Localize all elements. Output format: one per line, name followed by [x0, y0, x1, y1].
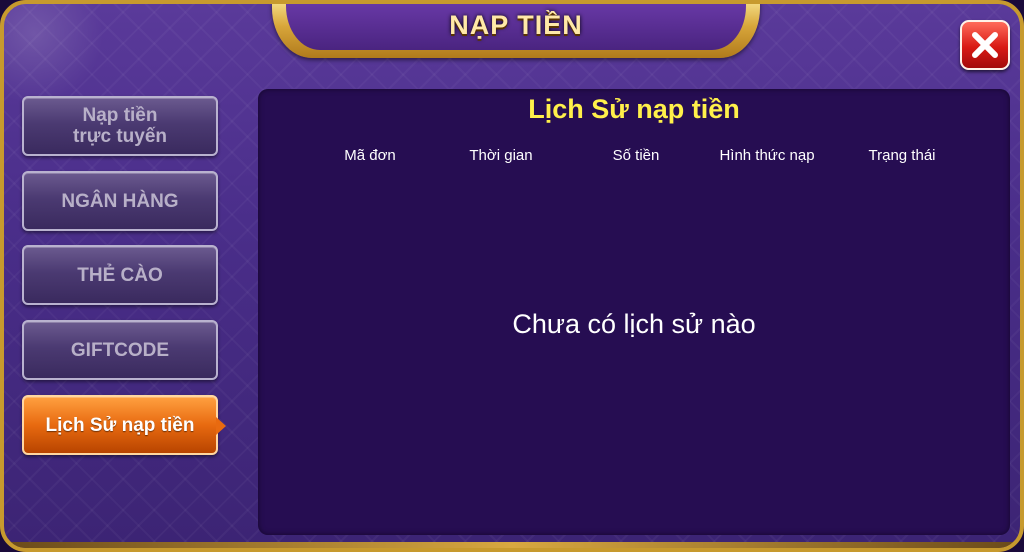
active-pointer-icon: [216, 417, 226, 435]
sidebar-item-bank[interactable]: NGÂN HÀNG: [22, 171, 218, 231]
panel-title: Lịch Sử nạp tiền: [528, 94, 740, 124]
sidebar-item-scratch-card[interactable]: THẺ CÀO: [22, 245, 218, 305]
column-header-time: Thời gian: [469, 147, 533, 164]
close-icon: [972, 32, 998, 58]
sidebar-item-label: Lịch Sử nạp tiền: [45, 414, 195, 436]
column-header-status: Trạng thái: [868, 147, 936, 164]
deposit-dialog: NẠP TIỀN Nạp tiền trực tuyến NGÂN HÀNG T…: [0, 0, 1024, 552]
sidebar-item-giftcode[interactable]: GIFTCODE: [22, 320, 218, 380]
sidebar-item-label: GIFTCODE: [70, 339, 170, 361]
close-button[interactable]: [960, 20, 1010, 70]
bottom-decoration: [4, 542, 1020, 548]
sidebar-item-label: THẺ CÀO: [77, 264, 163, 286]
history-panel: Lịch Sử nạp tiền Mã đơn Thời gian Số tiề…: [258, 89, 1010, 535]
dialog-title: NẠP TIỀN: [449, 9, 583, 40]
title-plaque: NẠP TIỀN: [272, 4, 760, 58]
column-header-amount: Số tiền: [612, 147, 660, 164]
table-header: Mã đơn Thời gian Số tiền Hình thức nạp T…: [258, 147, 1010, 167]
sidebar-item-label: NGÂN HÀNG: [61, 190, 179, 212]
column-header-order-id: Mã đơn: [344, 147, 396, 164]
sidebar-item-label: Nạp tiền trực tuyến: [73, 105, 167, 147]
empty-state-message: Chưa có lịch sử nào: [512, 309, 756, 339]
sidebar-item-deposit-history[interactable]: Lịch Sử nạp tiền: [22, 395, 226, 455]
column-header-method: Hình thức nạp: [719, 147, 815, 164]
sidebar-item-online-deposit[interactable]: Nạp tiền trực tuyến: [22, 96, 218, 156]
